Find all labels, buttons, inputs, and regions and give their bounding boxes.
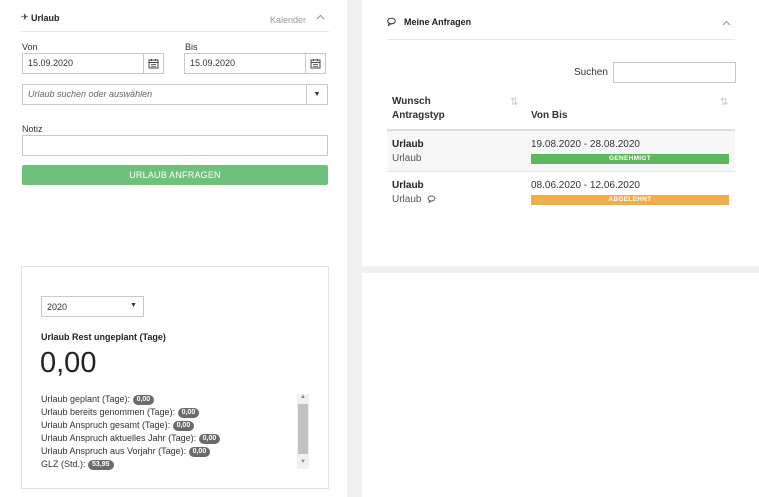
header-divider [21, 31, 329, 32]
scrollbar-thumb[interactable] [298, 404, 308, 454]
stat-value-badge: 0,00 [198, 433, 221, 444]
calendar-icon [310, 59, 321, 69]
stat-label: Urlaub Anspruch aus Vorjahr (Tage): [41, 446, 187, 456]
stat-value-badge: 0,00 [172, 420, 195, 431]
notiz-input[interactable] [22, 135, 328, 156]
empty-panel [362, 273, 759, 497]
notiz-label: Notiz [22, 124, 43, 134]
stat-row: Urlaub Anspruch aktuelles Jahr (Tage): 0… [41, 433, 221, 444]
stat-row: Urlaub geplant (Tage): 0,00 [41, 394, 155, 405]
rest-label: Urlaub Rest ungeplant (Tage) [41, 332, 166, 342]
stat-value-badge: 0,00 [132, 394, 155, 405]
stat-label: Urlaub Anspruch aktuelles Jahr (Tage): [41, 433, 197, 443]
column-header-von-bis[interactable]: Von Bis [531, 110, 567, 121]
comment-icon[interactable] [427, 195, 436, 205]
caret-down-icon: ▼ [313, 91, 321, 98]
stats-panel: 2020 ▼ Urlaub Rest ungeplant (Tage) 0,00… [0, 250, 347, 497]
sort-icon[interactable]: ⇅ [510, 97, 519, 108]
stat-value-badge: 0,00 [177, 407, 200, 418]
comments-icon [387, 17, 397, 28]
stat-row: Urlaub Anspruch aus Vorjahr (Tage): 0,00 [41, 446, 211, 457]
anfragen-panel: Meine Anfragen Suchen Wunsch Antragstyp … [362, 0, 759, 266]
stat-value-badge: 0,00 [188, 446, 211, 457]
column-header-antragstyp[interactable]: Antragstyp [392, 110, 445, 121]
chevron-up-icon[interactable] [722, 19, 731, 29]
year-select[interactable]: 2020 ▼ [41, 296, 144, 317]
stat-label: GLZ (Std.): [41, 459, 86, 469]
row-dates: 19.08.2020 - 28.08.2020 [531, 139, 640, 150]
calendar-icon [148, 59, 159, 69]
search-input[interactable] [613, 62, 736, 83]
urlaub-anfragen-button[interactable]: URLAUB ANFRAGEN [22, 165, 328, 185]
status-badge: GENEHMIGT [531, 154, 729, 164]
anfragen-panel-title: Meine Anfragen [404, 17, 472, 27]
urlaub-panel: ✈ Urlaub Kalender Von 15.09.2020 Bis 15.… [0, 0, 347, 250]
stat-value-badge: 53,95 [88, 459, 114, 470]
stat-label: Urlaub geplant (Tage): [41, 394, 131, 404]
row-typ: Urlaub [392, 153, 422, 164]
search-label: Suchen [574, 67, 608, 78]
von-date-input[interactable]: 15.09.2020 [22, 53, 144, 74]
scroll-up-arrow[interactable]: ▲ [300, 394, 306, 400]
stat-row: GLZ (Std.): 53,95 [41, 459, 114, 470]
row-wunsch: Urlaub [392, 139, 424, 150]
table-row[interactable]: Urlaub Urlaub 08.06.2020 - 12.06.2020 AB… [387, 172, 735, 214]
caret-down-icon: ▼ [130, 302, 137, 309]
plane-icon: ✈ [21, 12, 29, 22]
rest-value: 0,00 [40, 347, 97, 379]
row-wunsch: Urlaub [392, 180, 424, 191]
row-dates: 08.06.2020 - 12.06.2020 [531, 180, 640, 191]
header-divider [387, 39, 735, 40]
von-calendar-button[interactable] [143, 53, 164, 74]
row-typ: Urlaub [392, 194, 422, 205]
year-select-value: 2020 [47, 302, 68, 312]
chevron-up-icon[interactable] [316, 13, 325, 23]
stats-scrollbar[interactable]: ▲ ▼ [297, 394, 309, 469]
urlaub-select-placeholder: Urlaub suchen oder auswählen [28, 89, 153, 99]
stat-label: Urlaub bereits genommen (Tage): [41, 407, 176, 417]
column-header-wunsch[interactable]: Wunsch [392, 96, 431, 107]
bis-label: Bis [185, 42, 198, 52]
sort-icon[interactable]: ⇅ [720, 97, 729, 108]
urlaub-select[interactable]: Urlaub suchen oder auswählen [22, 84, 328, 105]
bis-date-input[interactable]: 15.09.2020 [184, 53, 306, 74]
bis-calendar-button[interactable] [305, 53, 326, 74]
table-row[interactable]: Urlaub Urlaub 19.08.2020 - 28.08.2020 GE… [387, 131, 735, 172]
stat-row: Urlaub bereits genommen (Tage): 0,00 [41, 407, 200, 418]
scroll-down-arrow[interactable]: ▼ [300, 459, 306, 465]
stat-row: Urlaub Anspruch gesamt (Tage): 0,00 [41, 420, 195, 431]
urlaub-select-arrow[interactable]: ▼ [306, 85, 327, 104]
stats-card: 2020 ▼ Urlaub Rest ungeplant (Tage) 0,00… [21, 266, 329, 489]
von-label: Von [22, 42, 38, 52]
status-badge: ABGELEHNT [531, 195, 729, 205]
stat-label: Urlaub Anspruch gesamt (Tage): [41, 420, 171, 430]
urlaub-panel-title: Urlaub [31, 13, 60, 23]
kalender-link[interactable]: Kalender [270, 15, 306, 25]
